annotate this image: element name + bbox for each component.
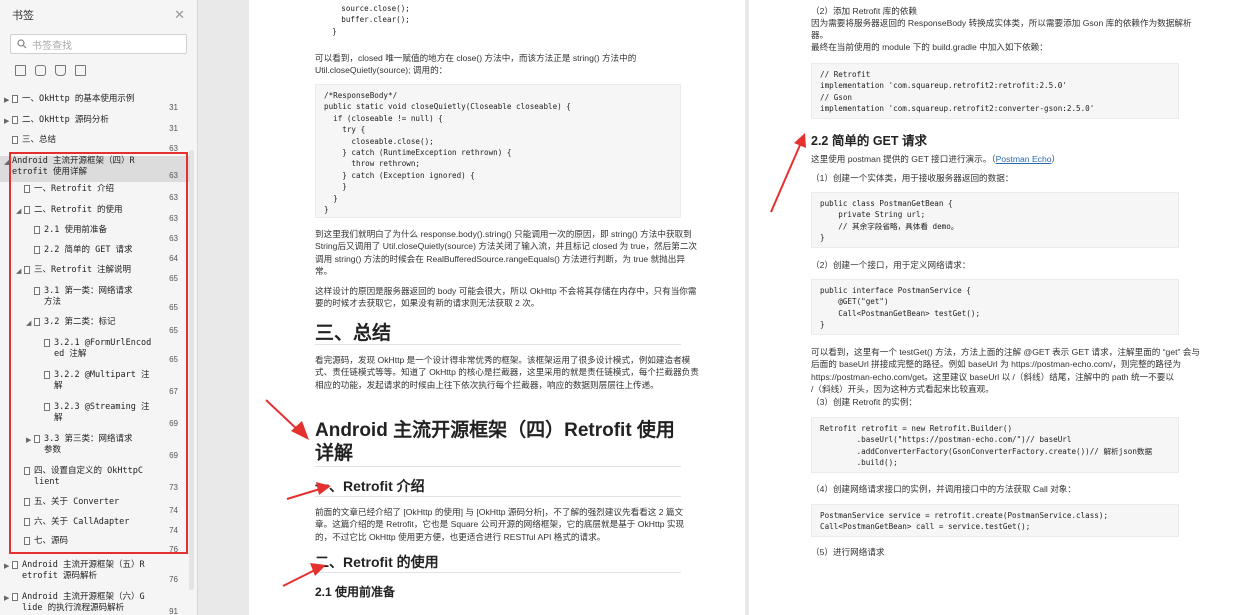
annotation-arrows (265, 133, 806, 587)
arrow-intro (286, 482, 331, 500)
arrow-get (770, 133, 806, 213)
arrow-use (282, 563, 326, 587)
arrow-chapter (265, 399, 309, 440)
